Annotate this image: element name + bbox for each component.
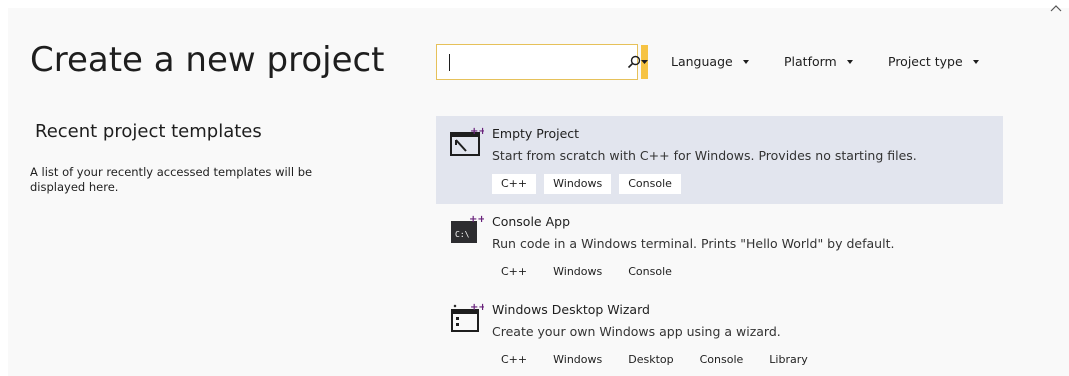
tag: Desktop: [619, 350, 683, 370]
platform-filter-label: Platform: [784, 54, 837, 69]
tag: C++: [492, 174, 537, 194]
chevron-down-icon: [742, 59, 749, 64]
tag: Windows: [544, 174, 612, 194]
template-description: Run code in a Windows terminal. Prints "…: [492, 236, 895, 251]
search-dropdown-chevron-down-icon[interactable]: [641, 45, 648, 79]
template-name: Windows Desktop Wizard: [492, 302, 650, 317]
template-item-empty-project[interactable]: ++ Empty Project Start from scratch with…: [436, 116, 1003, 204]
template-item-console-app[interactable]: C:\ ++ Console App Run code in a Windows…: [436, 204, 1003, 292]
tag: Windows: [544, 262, 612, 282]
template-name: Empty Project: [492, 126, 580, 141]
console-app-icon: C:\ ++: [450, 213, 486, 245]
language-filter-dropdown[interactable]: Language: [671, 54, 749, 69]
create-project-window: Create a new project Recent project temp…: [0, 0, 1069, 376]
template-search-input[interactable]: [437, 45, 627, 79]
tag: Console: [619, 174, 681, 194]
template-search-box: [436, 44, 648, 80]
template-name: Console App: [492, 214, 571, 229]
svg-text:++: ++: [470, 302, 484, 313]
recent-templates-description: A list of your recently accessed templat…: [30, 165, 313, 194]
template-description: Create your own Windows app using a wiza…: [492, 324, 781, 339]
platform-filter-dropdown[interactable]: Platform: [784, 54, 853, 69]
svg-text:C:\: C:\: [455, 230, 470, 239]
tag: Library: [760, 350, 817, 370]
tag: Console: [619, 262, 681, 282]
chevron-down-icon: [846, 59, 853, 64]
tag: Windows: [544, 350, 612, 370]
page-title: Create a new project: [30, 40, 385, 80]
empty-project-icon: ++: [450, 125, 487, 157]
collapse-chevron-up-icon[interactable]: [1049, 2, 1063, 16]
text-caret: [449, 54, 450, 71]
template-tags: C++ Windows Desktop Console Library: [492, 350, 817, 370]
project-type-filter-label: Project type: [888, 54, 963, 69]
chevron-down-icon: [972, 59, 979, 64]
template-list: ++ Empty Project Start from scratch with…: [436, 116, 1003, 376]
template-tags: C++ Windows Console: [492, 262, 681, 282]
search-icon[interactable]: [627, 45, 641, 79]
recent-templates-heading: Recent project templates: [35, 121, 262, 142]
language-filter-label: Language: [671, 54, 733, 69]
tag: Console: [690, 350, 753, 370]
svg-text:++: ++: [469, 214, 484, 225]
tag: C++: [492, 262, 537, 282]
tag: C++: [492, 350, 537, 370]
template-item-windows-desktop-wizard[interactable]: ++ Windows Desktop Wizard Create your ow…: [436, 292, 1003, 376]
template-description: Start from scratch with C++ for Windows.…: [492, 148, 917, 163]
template-tags: C++ Windows Console: [492, 174, 681, 194]
project-type-filter-dropdown[interactable]: Project type: [888, 54, 979, 69]
svg-text:++: ++: [470, 126, 484, 137]
desktop-wizard-icon: ++: [450, 301, 487, 333]
